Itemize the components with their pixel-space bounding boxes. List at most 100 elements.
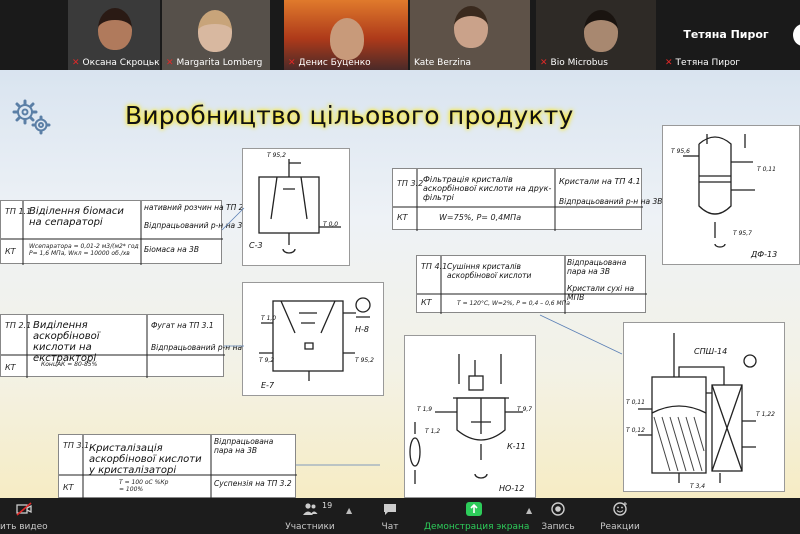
process-name: Сушіння кристалів аскорбінової кислоти [447,262,532,280]
mic-muted-icon: ✕ [665,58,673,68]
participant-name: Kate Berzina [414,58,472,68]
meeting-toolbar: ить видео 19 Участники ▲ Чат Демонстраци… [0,498,800,534]
reactions-label: Реакции [600,522,640,532]
zoom-meeting-window: ✕ Оксана Скроцька ✕ Margarita Lomberg ✕ Ден… [0,0,800,534]
participant-tile[interactable]: ✕ Margarita Lomberg [162,0,270,70]
filter-schematic [683,134,755,248]
process-params: КонцАК = 80-85% [41,361,98,368]
participant-video [584,10,618,52]
equipment-label: К-11 [507,442,526,451]
port-label: Т 0,11 [757,166,776,173]
process-code: ТП 1.1 [5,207,32,216]
output-waste-solution: Відпрацьований р-н на 3В [559,197,663,206]
port-label: Т 0,0 [323,221,339,228]
chat-icon [384,504,396,515]
participant-name: ✕ Margarita Lomberg [166,58,263,68]
port-label: Т 95,6 [671,148,690,155]
stop-video-label: ить видео [0,522,48,532]
port-label: Т 3,4 [690,483,706,490]
equipment-label: НО-12 [499,484,525,493]
process-name: Віділення біомаси на сепараторі [29,206,124,228]
equipment-label: СПШ-14 [694,347,728,356]
participants-icon [303,503,318,515]
output-suspension: Суспензія на ТП 3.2 [214,479,292,488]
port-label: Т 95,7 [733,230,752,237]
extractor-diagram: Т 1,0 Т 9,2 Т 95,2 Н-8 Е-7 [242,282,384,396]
process-code: ТП 3.1 [63,441,90,450]
process-box-tp32: ТП 3.2 КТ Фільтрація кристалів аскорбіно… [392,168,662,231]
port-label: Т 9,7 [517,406,533,413]
participant-strip: ✕ Оксана Скроцька ✕ Margarita Lomberg ✕ Ден… [0,0,800,70]
port-label: Т 0,12 [626,427,645,434]
video-off-icon [16,502,32,516]
participants-count: 19 [322,501,333,510]
record-label: Запись [541,522,575,532]
participants-label: Участники [285,522,335,532]
participant-video [330,18,364,60]
participant-tile[interactable]: ✕ Денис Буценко [284,0,408,70]
participant-video [198,10,232,52]
share-screen-label: Демонстрация экрана [424,522,530,532]
participant-tile[interactable]: ✕ Bio Microbus [536,0,656,70]
slide-title: Виробництво цільового продукту [125,101,574,130]
control-code: КТ [5,247,16,256]
participant-name: ✕ Bio Microbus [540,58,608,68]
control-code: КТ [5,363,16,372]
process-name: Кристалізація аскорбінової кислоти у кри… [89,443,202,476]
process-box-tp41: ТП 4.1 КТ Сушіння кристалів аскорбінової… [416,255,647,314]
output-steam: Відпрацьована пара на 3В [567,258,627,276]
port-label: Т 95,2 [267,152,286,159]
participant-tile[interactable]: ✕ Оксана Скроцька [68,0,160,70]
pump-label: Н-8 [355,325,369,334]
equipment-label: С-3 [249,241,263,250]
participants-options-icon[interactable]: ▲ [346,506,352,515]
participant-name: ✕ Оксана Скроцька [72,58,160,68]
crystallizer-schematic [409,354,523,484]
control-code: КТ [397,213,408,222]
process-params: Wсепаратора = 0,01-2 м3/(м2* год Р= 1,6 … [29,243,139,257]
participants-button[interactable]: 19 Участники [282,498,338,534]
process-code: ТП 2.1 [5,321,32,330]
control-code: КТ [421,298,432,307]
extractor-schematic [259,297,371,381]
port-label: Т 1,9 [417,406,433,413]
participant-video [454,6,488,48]
share-options-icon[interactable]: ▲ [526,506,532,515]
reactions-button[interactable]: Реакции [598,498,642,534]
record-button[interactable]: Запись [538,498,578,534]
equipment-label: ДФ-13 [751,250,778,259]
participant-tile[interactable]: Kate Berzina [410,0,530,70]
control-code: КТ [63,483,74,492]
participant-tile[interactable]: Тетяна Пирог ✕ Тетяна Пирог [661,0,791,70]
process-params: Т = 100 оС %Кр = 100% [119,479,169,493]
view-options-button[interactable] [793,24,800,46]
port-label: Т 95,2 [355,357,374,364]
reactions-icon [613,502,627,516]
output-crystals: Кристали на ТП 4.1 [559,177,641,186]
process-box-tp31: ТП 3.1 КТ Кристалізація аскорбінової кис… [58,434,297,498]
stop-video-button[interactable]: ить видео [0,498,48,534]
participant-name: ✕ Тетяна Пирог [665,58,741,68]
process-code: ТП 4.1 [421,262,448,271]
mic-muted-icon: ✕ [540,58,548,68]
output-waste-solution: Відпрацьований р-н на 3В [151,343,255,352]
dryer-diagram: Т 0,11 Т 0,12 Т 1,22 Т 3,4 СПШ-14 [623,322,785,492]
gears-icon [12,99,51,135]
port-label: Т 1,0 [261,315,277,322]
share-screen-icon [466,502,482,516]
chat-button[interactable]: Чат [372,498,408,534]
participant-name: ✕ Денис Буценко [288,58,371,68]
process-params: W=75%, Р= 0,4МПа [439,213,522,222]
chat-label: Чат [381,522,399,532]
shared-screen-slide: Виробництво цільового продукту ТП 1.1 КТ… [0,70,800,498]
port-label: Т 1,2 [425,428,441,435]
process-box-tp11: ТП 1.1 КТ Віділення біомаси на сепаратор… [0,200,251,265]
crystallizer-diagram: Т 1,9 Т 9,7 Т 1,2 К-11 НО-12 [404,335,536,498]
participant-display-name: Тетяна Пирог [683,28,769,41]
filter-diagram: Т 95,6 Т 0,11 Т 95,7 ДФ-13 [662,125,800,265]
port-label: Т 1,22 [756,411,775,418]
output-native-solution: нативний розчин на ТП 2.1 [144,203,251,212]
share-screen-button[interactable]: Демонстрация экрана [424,498,530,534]
output-dry-crystals: Кристали сухі на МПВ [567,284,635,302]
port-label: Т 0,11 [626,399,645,406]
